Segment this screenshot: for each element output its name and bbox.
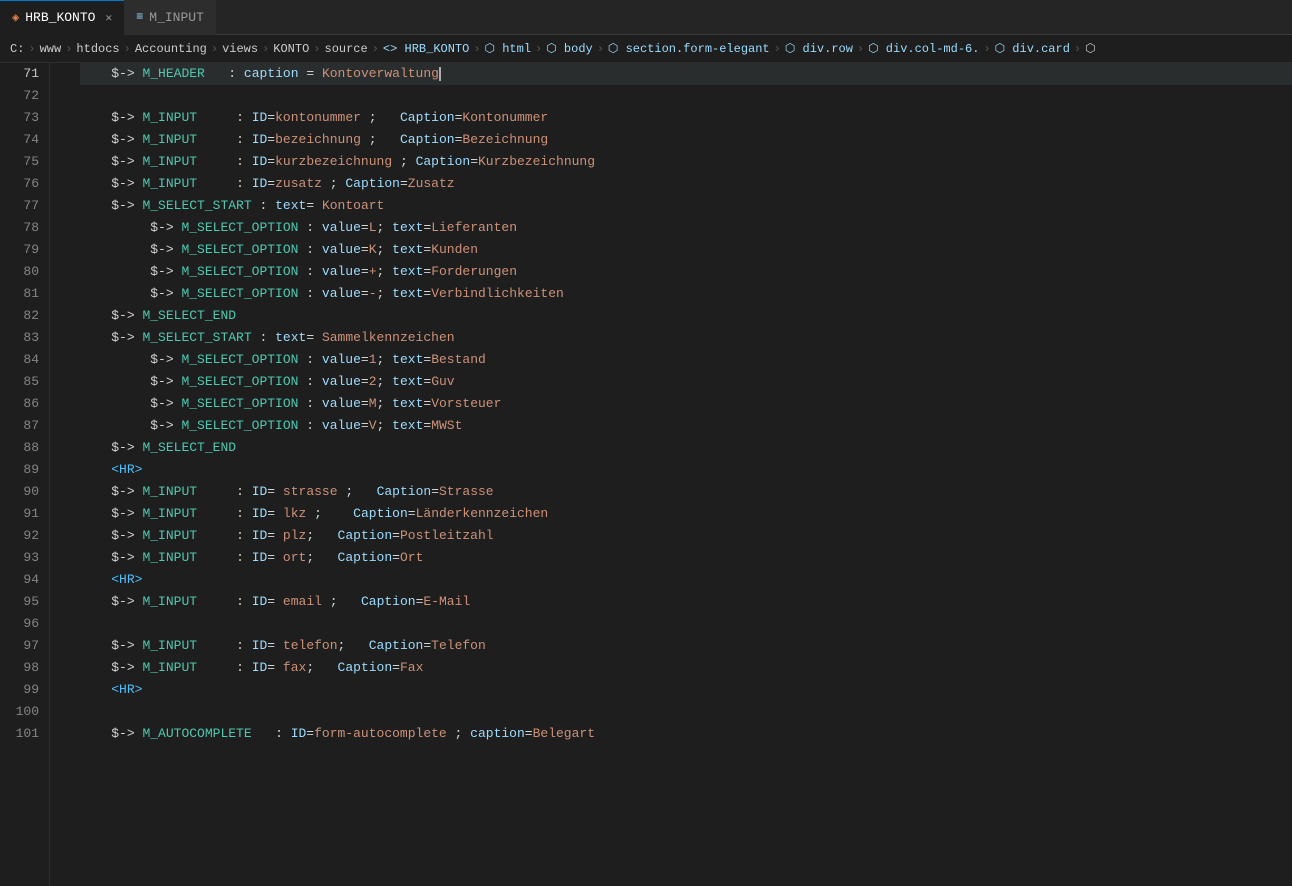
ln-86: 86 <box>0 393 49 415</box>
code-line-85: $-> M_SELECT_OPTION : value=2; text=Guv <box>80 371 1292 393</box>
m-file-icon: ≡ <box>136 10 143 24</box>
breadcrumb-konto: KONTO <box>273 42 309 56</box>
ln-77: 77 <box>0 195 49 217</box>
code-line-97: $-> M_INPUT : ID= telefon; Caption=Telef… <box>80 635 1292 657</box>
ln-93: 93 <box>0 547 49 569</box>
ln-84: 84 <box>0 349 49 371</box>
breadcrumb-htdocs: htdocs <box>76 42 119 56</box>
title-bar: ◈ HRB_KONTO ✕ ≡ M_INPUT <box>0 0 1292 35</box>
ln-89: 89 <box>0 459 49 481</box>
ln-101: 101 <box>0 723 49 745</box>
breadcrumb-section: ⬡ section.form-elegant <box>608 41 770 56</box>
ln-96: 96 <box>0 613 49 635</box>
breadcrumb-body: ⬡ body <box>546 41 592 56</box>
code-line-100 <box>80 701 1292 723</box>
ln-81: 81 <box>0 283 49 305</box>
ln-90: 90 <box>0 481 49 503</box>
code-line-78: $-> M_SELECT_OPTION : value=L; text=Lief… <box>80 217 1292 239</box>
code-line-75: $-> M_INPUT : ID=kurzbezeichnung ; Capti… <box>80 151 1292 173</box>
ln-95: 95 <box>0 591 49 613</box>
breadcrumb-end: ⬡ <box>1085 41 1095 56</box>
code-line-98: $-> M_INPUT : ID= fax; Caption=Fax <box>80 657 1292 679</box>
ln-88: 88 <box>0 437 49 459</box>
tab-m-label: M_INPUT <box>149 10 204 25</box>
ln-82: 82 <box>0 305 49 327</box>
ln-91: 91 <box>0 503 49 525</box>
code-line-82: $-> M_SELECT_END <box>80 305 1292 327</box>
breadcrumb-c: C: <box>10 42 24 56</box>
code-line-86: $-> M_SELECT_OPTION : value=M; text=Vors… <box>80 393 1292 415</box>
code-line-101: $-> M_AUTOCOMPLETE : ID=form-autocomplet… <box>80 723 1292 745</box>
ln-71: 71 <box>0 63 49 85</box>
code-line-72 <box>80 85 1292 107</box>
tab-hrb-close[interactable]: ✕ <box>105 11 112 25</box>
ln-97: 97 <box>0 635 49 657</box>
code-line-99: <HR> <box>80 679 1292 701</box>
code-line-88: $-> M_SELECT_END <box>80 437 1292 459</box>
code-content[interactable]: $-> M_HEADER : caption = Kontoverwaltung… <box>70 63 1292 886</box>
code-editor[interactable]: 71 72 73 74 75 76 77 78 79 80 81 82 83 8… <box>0 63 1292 886</box>
breadcrumb-html: ⬡ html <box>485 41 531 56</box>
ln-76: 76 <box>0 173 49 195</box>
ln-92: 92 <box>0 525 49 547</box>
code-line-91: $-> M_INPUT : ID= lkz ; Caption=Länderke… <box>80 503 1292 525</box>
breadcrumb-source: source <box>325 42 368 56</box>
code-line-76: $-> M_INPUT : ID=zusatz ; Caption=Zusatz <box>80 173 1292 195</box>
ln-80: 80 <box>0 261 49 283</box>
code-line-95: $-> M_INPUT : ID= email ; Caption=E-Mail <box>80 591 1292 613</box>
ln-98: 98 <box>0 657 49 679</box>
tab-hrb-label: HRB_KONTO <box>25 10 95 25</box>
breadcrumb-divrow: ⬡ div.row <box>785 41 853 56</box>
code-line-80: $-> M_SELECT_OPTION : value=+; text=Ford… <box>80 261 1292 283</box>
code-line-92: $-> M_INPUT : ID= plz; Caption=Postleitz… <box>80 525 1292 547</box>
code-line-89: <HR> <box>80 459 1292 481</box>
code-line-84: $-> M_SELECT_OPTION : value=1; text=Best… <box>80 349 1292 371</box>
ln-94: 94 <box>0 569 49 591</box>
ln-75: 75 <box>0 151 49 173</box>
breadcrumb-accounting[interactable]: Accounting <box>135 42 207 56</box>
ln-78: 78 <box>0 217 49 239</box>
code-line-77: $-> M_SELECT_START : text= Kontoart <box>80 195 1292 217</box>
ln-73: 73 <box>0 107 49 129</box>
breadcrumb-divcol: ⬡ div.col-md-6. <box>868 41 979 56</box>
ln-72: 72 <box>0 85 49 107</box>
code-line-87: $-> M_SELECT_OPTION : value=V; text=MWSt <box>80 415 1292 437</box>
breadcrumb-views: views <box>222 42 258 56</box>
tab-hrb-konto[interactable]: ◈ HRB_KONTO ✕ <box>0 0 124 35</box>
ln-87: 87 <box>0 415 49 437</box>
breadcrumb-www: www <box>40 42 62 56</box>
breadcrumb-hrb-konto: <> HRB_KONTO <box>383 42 469 56</box>
code-line-73: $-> M_INPUT : ID=kontonummer ; Caption=K… <box>80 107 1292 129</box>
tab-m-input[interactable]: ≡ M_INPUT <box>124 0 216 35</box>
ln-99: 99 <box>0 679 49 701</box>
ln-100: 100 <box>0 701 49 723</box>
code-line-90: $-> M_INPUT : ID= strasse ; Caption=Stra… <box>80 481 1292 503</box>
code-line-81: $-> M_SELECT_OPTION : value=-; text=Verb… <box>80 283 1292 305</box>
ln-83: 83 <box>0 327 49 349</box>
ln-85: 85 <box>0 371 49 393</box>
code-line-94: <HR> <box>80 569 1292 591</box>
breadcrumb-divcard: ⬡ div.card <box>995 41 1070 56</box>
code-line-71: $-> M_HEADER : caption = Kontoverwaltung <box>80 63 1292 85</box>
ln-79: 79 <box>0 239 49 261</box>
code-line-79: $-> M_SELECT_OPTION : value=K; text=Kund… <box>80 239 1292 261</box>
code-line-74: $-> M_INPUT : ID=bezeichnung ; Caption=B… <box>80 129 1292 151</box>
ln-74: 74 <box>0 129 49 151</box>
code-line-83: $-> M_SELECT_START : text= Sammelkennzei… <box>80 327 1292 349</box>
editor-gutter <box>50 63 70 886</box>
breadcrumb: C: › www › htdocs › Accounting › views ›… <box>0 35 1292 63</box>
code-line-96 <box>80 613 1292 635</box>
line-numbers: 71 72 73 74 75 76 77 78 79 80 81 82 83 8… <box>0 63 50 886</box>
hrb-file-icon: ◈ <box>12 10 19 25</box>
code-line-93: $-> M_INPUT : ID= ort; Caption=Ort <box>80 547 1292 569</box>
